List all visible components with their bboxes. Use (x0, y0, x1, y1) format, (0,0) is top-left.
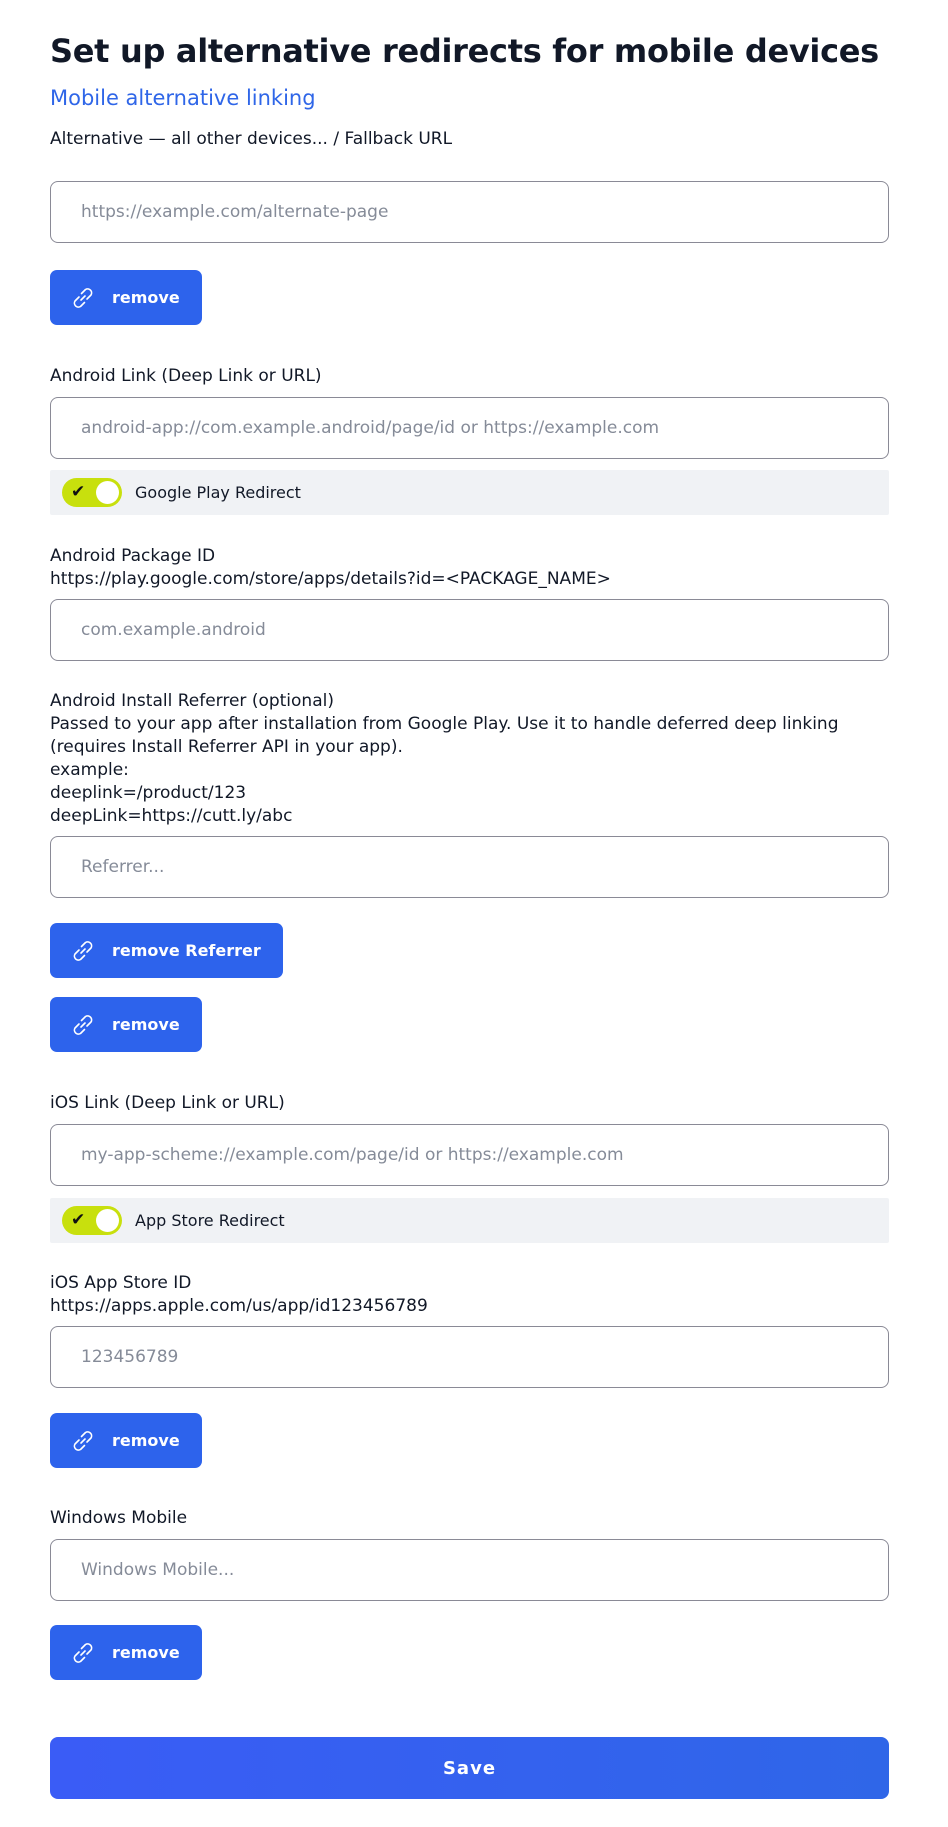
toggle-knob (96, 481, 119, 504)
google-play-redirect-toggle[interactable]: ✔ (62, 478, 122, 507)
app-store-redirect-row: ✔ App Store Redirect (50, 1198, 889, 1243)
android-referrer-desc-2: (requires Install Referrer API in your a… (50, 737, 403, 757)
android-link-input[interactable] (50, 397, 889, 459)
android-referrer-title: Android Install Referrer (optional) (50, 691, 334, 711)
android-referrer-example-heading: example: (50, 760, 129, 780)
link-icon (68, 1638, 98, 1668)
remove-ios-label: remove (112, 1431, 180, 1450)
google-play-redirect-row: ✔ Google Play Redirect (50, 470, 889, 515)
ios-store-url-hint: https://apps.apple.com/us/app/id12345678… (50, 1296, 428, 1316)
windows-mobile-label: Windows Mobile (50, 1508, 188, 1528)
android-referrer-label: Android Install Referrer (optional) Pass… (50, 690, 839, 828)
remove-referrer-label: remove Referrer (112, 941, 261, 960)
ios-link-input[interactable] (50, 1124, 889, 1186)
android-referrer-input[interactable] (50, 836, 889, 898)
android-package-title: Android Package ID (50, 546, 216, 566)
page-title: Set up alternative redirects for mobile … (50, 32, 879, 70)
check-icon: ✔ (71, 1210, 86, 1230)
google-play-redirect-label: Google Play Redirect (135, 483, 301, 502)
remove-fallback-button[interactable]: remove (50, 270, 202, 325)
remove-android-button[interactable]: remove (50, 997, 202, 1052)
remove-android-label: remove (112, 1015, 180, 1034)
android-package-input[interactable] (50, 599, 889, 661)
android-package-url-hint: https://play.google.com/store/apps/detai… (50, 569, 611, 589)
check-icon: ✔ (71, 482, 86, 502)
fallback-url-input[interactable] (50, 181, 889, 243)
ios-store-id-title: iOS App Store ID (50, 1273, 192, 1293)
android-package-label: Android Package ID https://play.google.c… (50, 545, 611, 591)
toggle-knob (96, 1209, 119, 1232)
remove-ios-button[interactable]: remove (50, 1413, 202, 1468)
link-icon (68, 1426, 98, 1456)
remove-windows-label: remove (112, 1643, 180, 1662)
save-button[interactable]: Save (50, 1737, 889, 1799)
android-referrer-desc-1: Passed to your app after installation fr… (50, 714, 839, 734)
remove-referrer-button[interactable]: remove Referrer (50, 923, 283, 978)
ios-store-id-input[interactable] (50, 1326, 889, 1388)
link-icon (68, 936, 98, 966)
windows-mobile-input[interactable] (50, 1539, 889, 1601)
page-subtitle: Mobile alternative linking (50, 86, 316, 110)
android-referrer-example-1: deeplink=/product/123 (50, 783, 247, 803)
mobile-redirects-page: Set up alternative redirects for mobile … (0, 0, 948, 1827)
android-link-label: Android Link (Deep Link or URL) (50, 366, 322, 386)
fallback-url-label: Alternative — all other devices... / Fal… (50, 129, 453, 149)
remove-windows-button[interactable]: remove (50, 1625, 202, 1680)
remove-fallback-label: remove (112, 288, 180, 307)
link-icon (68, 1010, 98, 1040)
link-icon (68, 283, 98, 313)
android-referrer-example-2: deepLink=https://cutt.ly/abc (50, 806, 293, 826)
ios-store-id-label: iOS App Store ID https://apps.apple.com/… (50, 1272, 428, 1318)
app-store-redirect-label: App Store Redirect (135, 1211, 285, 1230)
ios-link-label: iOS Link (Deep Link or URL) (50, 1093, 285, 1113)
app-store-redirect-toggle[interactable]: ✔ (62, 1206, 122, 1235)
